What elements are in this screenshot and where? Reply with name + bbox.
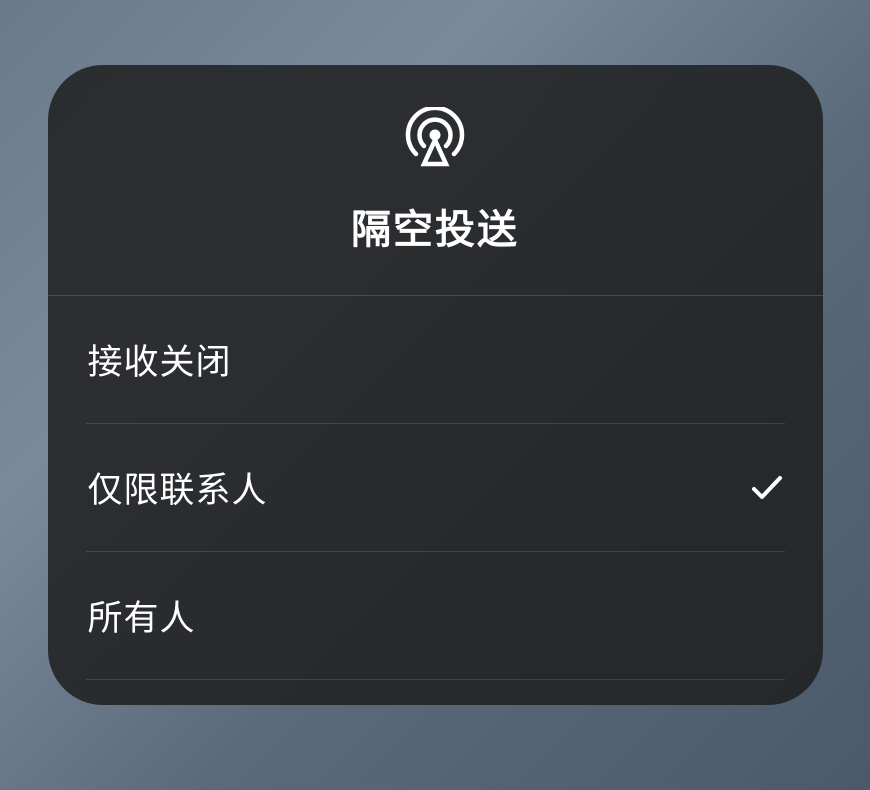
checkmark-icon: [751, 472, 783, 504]
airdrop-icon: [403, 107, 467, 167]
option-label: 接收关闭: [88, 334, 232, 385]
option-list: 接收关闭 仅限联系人 所有人: [48, 296, 823, 680]
option-label: 所有人: [88, 590, 196, 641]
panel-header: 隔空投送: [48, 65, 823, 296]
airdrop-settings-panel: 隔空投送 接收关闭 仅限联系人 所有人: [48, 65, 823, 705]
option-label: 仅限联系人: [88, 462, 268, 513]
panel-title: 隔空投送: [351, 197, 519, 255]
option-receiving-off[interactable]: 接收关闭: [86, 296, 785, 424]
option-everyone[interactable]: 所有人: [86, 552, 785, 680]
option-contacts-only[interactable]: 仅限联系人: [86, 424, 785, 552]
